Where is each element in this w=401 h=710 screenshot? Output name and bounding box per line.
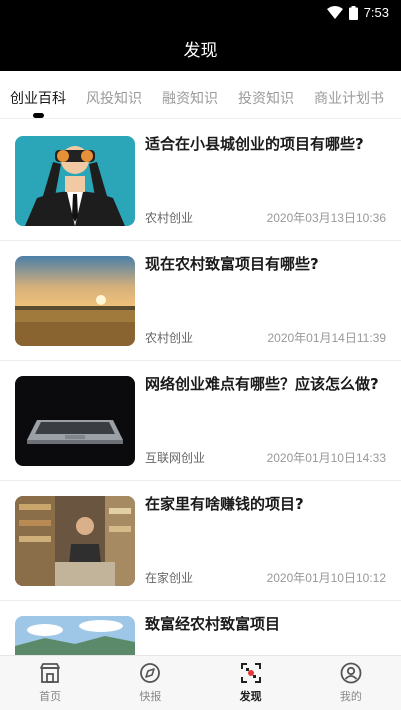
category-tabs: 创业百科 风投知识 融资知识 投资知识 商业计划书 [0, 71, 401, 119]
status-icons: 7:53 [326, 4, 389, 21]
battery-icon [348, 5, 358, 20]
article-category: 互联网创业 [145, 451, 206, 465]
article-date: 2020年01月14日11:39 [267, 331, 386, 345]
tab-financing[interactable]: 融资知识 [162, 88, 218, 108]
article-category: 农村创业 [145, 211, 194, 225]
active-tab-indicator [33, 113, 44, 118]
page-title: 发现 [183, 40, 218, 61]
article-title: 在家里有啥赚钱的项目? [145, 495, 304, 513]
article-item[interactable]: 在家里有啥赚钱的项目? 在家创业 2020年01月10日10:12 [0, 481, 401, 601]
article-date: 2020年03月13日10:36 [266, 211, 386, 225]
status-bar: 7:53 [0, 0, 401, 25]
article-thumbnail [15, 496, 135, 586]
news-compass-icon [140, 663, 161, 683]
tab-venture-capital[interactable]: 风投知识 [86, 88, 142, 108]
bottom-navigation: 首页 快报 发现 我的 [0, 655, 401, 710]
article-thumbnail [15, 376, 135, 466]
article-date: 2020年01月10日14:33 [266, 451, 386, 465]
home-store-icon [40, 663, 61, 683]
tab-business-plan[interactable]: 商业计划书 [314, 88, 384, 108]
article-title: 网络创业难点有哪些？应该怎么做? [145, 375, 379, 393]
article-title: 现在农村致富项目有哪些? [145, 255, 319, 273]
article-list[interactable]: 适合在小县城创业的项目有哪些? 农村创业 2020年03月13日10:36 现在… [0, 121, 401, 655]
nav-discover-label: 发现 [239, 690, 262, 703]
discover-scan-icon [240, 663, 261, 683]
article-thumbnail [15, 616, 135, 655]
nav-news-label: 快报 [139, 690, 162, 703]
article-thumbnail [15, 256, 135, 346]
nav-home[interactable]: 首页 [0, 656, 100, 710]
article-date: 2020年01月10日10:12 [266, 571, 386, 585]
article-title: 致富经农村致富项目 [145, 615, 281, 633]
tab-entrepreneurship[interactable]: 创业百科 [10, 88, 66, 108]
article-item[interactable]: 适合在小县城创业的项目有哪些? 农村创业 2020年03月13日10:36 [0, 121, 401, 241]
article-category: 在家创业 [145, 571, 194, 585]
title-bar: 发现 [0, 25, 401, 71]
nav-discover[interactable]: 发现 [201, 656, 301, 710]
article-thumbnail [15, 136, 135, 226]
article-title: 适合在小县城创业的项目有哪些? [145, 135, 364, 153]
nav-profile-label: 我的 [339, 690, 362, 703]
article-item[interactable]: 网络创业难点有哪些？应该怎么做? 互联网创业 2020年01月10日14:33 [0, 361, 401, 481]
article-category: 农村创业 [145, 331, 194, 345]
status-time: 7:53 [363, 5, 389, 20]
nav-profile[interactable]: 我的 [301, 656, 401, 710]
tab-investment[interactable]: 投资知识 [238, 88, 294, 108]
nav-news[interactable]: 快报 [100, 656, 200, 710]
wifi-icon [326, 6, 343, 19]
profile-icon [340, 662, 362, 684]
nav-home-label: 首页 [39, 690, 62, 703]
article-item[interactable]: 现在农村致富项目有哪些? 农村创业 2020年01月14日11:39 [0, 241, 401, 361]
article-item[interactable]: 致富经农村致富项目 [0, 601, 401, 655]
